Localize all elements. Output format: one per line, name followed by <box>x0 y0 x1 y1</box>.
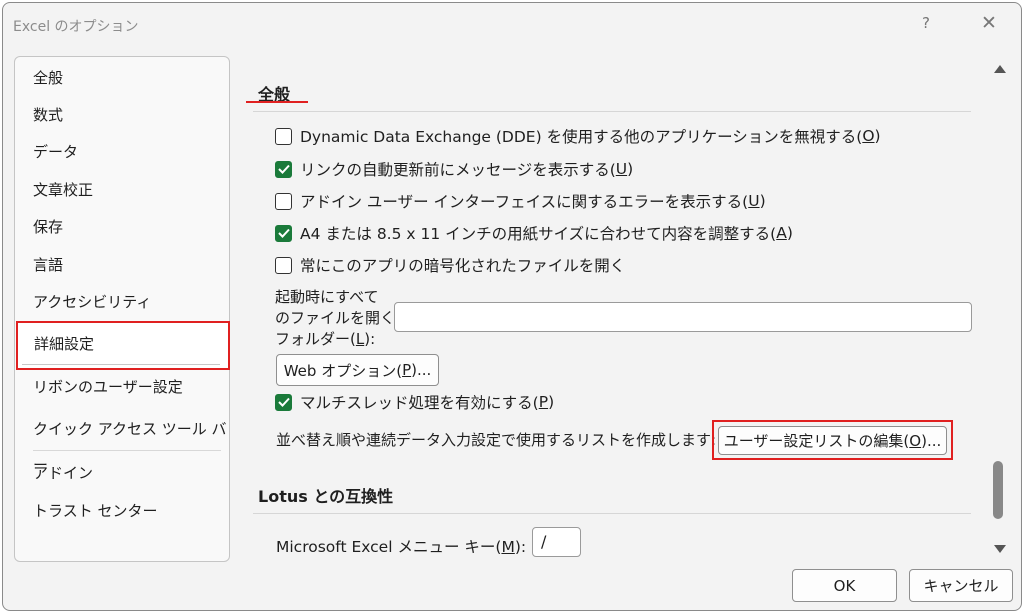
sidebar-item-proofing[interactable]: 文章校正 <box>15 172 229 208</box>
option-label-end: ) <box>548 393 555 411</box>
accelerator-key: U <box>748 192 760 210</box>
web-options-button[interactable]: Web オプション(P)... <box>276 354 439 386</box>
option-ask-update-links[interactable]: リンクの自動更新前にメッセージを表示する(U) <box>275 158 633 180</box>
sidebar-item-quick-access-toolbar[interactable]: クイック アクセス ツール バー <box>15 411 229 474</box>
checkbox[interactable] <box>275 256 292 274</box>
close-button[interactable]: ✕ <box>979 13 999 33</box>
sidebar-item-save[interactable]: 保存 <box>15 209 229 245</box>
option-label-end: ) <box>627 160 634 178</box>
checkbox[interactable] <box>275 393 292 411</box>
sidebar-item-addins[interactable]: アドイン <box>15 455 229 491</box>
startup-label-line3: フォルダー(L): <box>275 330 376 348</box>
option-label: Dynamic Data Exchange (DDE) を使用する他のアプリケー… <box>300 128 863 146</box>
option-label: 常にこのアプリの暗号化されたファイルを開く <box>300 257 626 275</box>
accelerator-key: U <box>615 160 628 178</box>
accelerator-key: A <box>776 224 787 242</box>
option-show-addin-errors[interactable]: アドイン ユーザー インターフェイスに関するエラーを表示する(U) <box>275 190 766 212</box>
option-label: リンクの自動更新前にメッセージを表示する( <box>300 161 616 179</box>
option-label-end: ) <box>759 192 766 210</box>
sidebar: 全般 数式 データ 文章校正 保存 言語 アクセシビリティ 詳細設定 リボンのユ… <box>14 56 230 562</box>
accelerator-key: P <box>538 393 549 411</box>
sidebar-item-label: 詳細設定 <box>34 335 95 353</box>
option-label: A4 または 8.5 x 11 インチの用紙サイズに合わせて内容を調整する( <box>300 225 777 243</box>
sidebar-item-language[interactable]: 言語 <box>15 247 229 283</box>
section-title-highlight <box>246 101 308 103</box>
checkbox[interactable] <box>275 127 292 145</box>
sidebar-item-data[interactable]: データ <box>15 134 229 170</box>
section-title-lotus: Lotus との互換性 <box>258 487 394 506</box>
option-label-end: ) <box>786 224 793 242</box>
window-title: Excel のオプション <box>13 19 139 35</box>
sidebar-item-general[interactable]: 全般 <box>15 60 229 96</box>
option-label-end: ) <box>874 127 881 145</box>
vertical-scrollbar[interactable] <box>991 55 1009 557</box>
checkbox[interactable] <box>275 192 292 210</box>
edit-custom-lists-button[interactable]: ユーザー設定リストの編集(O)... <box>718 426 947 455</box>
startup-folder-label: 起動時にすべて のファイルを開く フォルダー(L): <box>275 287 395 350</box>
option-multithreaded-calc[interactable]: マルチスレッド処理を有効にする(P) <box>275 391 554 413</box>
scroll-thumb[interactable] <box>993 461 1003 519</box>
excel-options-dialog: Excel のオプション ? ✕ 全般 数式 データ 文章校正 保存 言語 アク… <box>2 2 1022 611</box>
sidebar-item-customize-ribbon[interactable]: リボンのユーザー設定 <box>15 369 229 405</box>
startup-label-line1: 起動時にすべて <box>275 288 379 306</box>
checkbox[interactable] <box>275 160 292 178</box>
selected-divider <box>22 364 220 365</box>
option-label: アドイン ユーザー インターフェイスに関するエラーを表示する( <box>300 193 749 211</box>
sidebar-item-accessibility[interactable]: アクセシビリティ <box>15 284 229 320</box>
title-bar: Excel のオプション ? ✕ <box>3 3 1021 47</box>
scroll-up-icon[interactable] <box>994 65 1006 73</box>
option-ignore-dde[interactable]: Dynamic Data Exchange (DDE) を使用する他のアプリケー… <box>275 125 881 147</box>
close-icon: ✕ <box>981 12 997 34</box>
help-button[interactable]: ? <box>918 14 934 32</box>
option-scale-paper-size[interactable]: A4 または 8.5 x 11 インチの用紙サイズに合わせて内容を調整する(A) <box>275 222 793 244</box>
section-divider <box>253 111 971 112</box>
sidebar-item-advanced[interactable]: 詳細設定 <box>16 321 230 370</box>
startup-folder-input[interactable] <box>394 302 972 332</box>
startup-label-line2: のファイルを開く <box>275 309 396 327</box>
sidebar-item-formulas[interactable]: 数式 <box>15 97 229 133</box>
ok-button[interactable]: OK <box>792 569 897 602</box>
sidebar-divider <box>33 450 221 451</box>
menu-key-input[interactable]: / <box>532 527 581 557</box>
option-label: マルチスレッド処理を有効にする( <box>300 394 539 412</box>
cancel-button[interactable]: キャンセル <box>909 569 1013 602</box>
scroll-down-icon[interactable] <box>994 545 1006 553</box>
checkbox[interactable] <box>275 224 292 242</box>
advanced-settings-panel: 全般 Dynamic Data Exchange (DDE) を使用する他のアプ… <box>241 55 1011 557</box>
custom-list-description: 並べ替え順や連続データ入力設定で使用するリストを作成します: <box>276 431 717 449</box>
option-open-encrypted-files[interactable]: 常にこのアプリの暗号化されたファイルを開く <box>275 254 625 276</box>
sidebar-item-trust-center[interactable]: トラスト センター <box>15 493 229 529</box>
accelerator-key: O <box>862 127 875 145</box>
section-divider <box>253 513 971 514</box>
menu-key-label: Microsoft Excel メニュー キー(M): <box>276 538 527 556</box>
